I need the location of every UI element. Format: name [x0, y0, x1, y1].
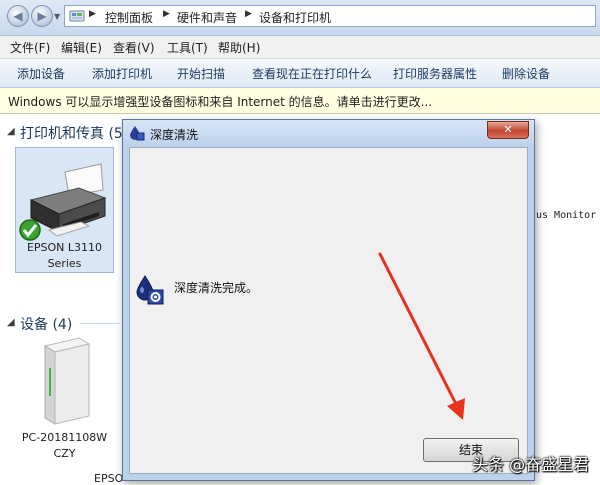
computer-name-line1: PC-20181108W — [21, 431, 108, 444]
ink-drop-icon — [130, 126, 145, 141]
add-device-button[interactable]: 添加设备 — [17, 65, 65, 82]
history-dropdown-icon[interactable]: ▼ — [54, 12, 60, 21]
dialog-titlebar[interactable]: 深度清洗 ✕ — [123, 120, 534, 146]
menu-edit[interactable]: 编辑(E) — [61, 39, 102, 56]
printer-name-line1: EPSON L3110 — [26, 241, 103, 254]
deep-clean-dialog: 深度清洗 ✕ 深度清洗完成。 结束 — [122, 119, 535, 481]
maintenance-icon — [136, 275, 164, 305]
section-divider — [80, 323, 120, 324]
close-button[interactable]: ✕ — [487, 121, 529, 139]
breadcrumb-separator-icon: ▶ — [89, 9, 96, 19]
printer-name-line2: Series — [47, 257, 82, 270]
dialog-title: 深度清洗 — [150, 128, 199, 142]
close-icon: ✕ — [503, 123, 513, 136]
control-panel-icon — [69, 10, 85, 22]
collapse-triangle-icon[interactable]: ◢ — [7, 126, 15, 137]
devices-section-header[interactable]: 设备 (4) — [20, 314, 72, 334]
partial-device-label: us Monitor — [536, 210, 597, 221]
start-scan-button[interactable]: 开始扫描 — [177, 65, 225, 82]
computer-device-tile[interactable]: PC-20181108W CZY — [15, 334, 114, 462]
forward-button[interactable]: ▶ — [31, 5, 53, 27]
menu-file[interactable]: 文件(F) — [10, 39, 50, 56]
command-toolbar: 添加设备 添加打印机 开始扫描 查看现在正在打印什么 打印服务器属性 删除设备 — [0, 59, 600, 88]
info-bar-text[interactable]: Windows 可以显示增强型设备图标和来自 Internet 的信息。请单击进… — [8, 93, 432, 110]
see-whats-printing-button[interactable]: 查看现在正在打印什么 — [252, 65, 372, 82]
menu-view[interactable]: 查看(V) — [113, 39, 155, 56]
computer-name-line2: CZY — [53, 447, 76, 460]
info-bar[interactable]: Windows 可以显示增强型设备图标和来自 Internet 的信息。请单击进… — [0, 88, 600, 114]
address-bar: ◀ ▶ ▼ ▶ 控制面板 ▶ 硬件和声音 ▶ 设备和打印机 — [0, 0, 600, 36]
add-printer-button[interactable]: 添加打印机 — [92, 65, 152, 82]
partial-device-label: EPSO — [94, 472, 124, 485]
remove-device-button[interactable]: 删除设备 — [502, 65, 550, 82]
printers-section-header[interactable]: 打印机和传真 (5 — [20, 123, 123, 143]
menu-help[interactable]: 帮助(H) — [218, 39, 260, 56]
breadcrumb-devices-printers[interactable]: 设备和打印机 — [259, 9, 331, 26]
annotation-arrow-icon — [378, 252, 465, 420]
dialog-message: 深度清洗完成。 — [174, 281, 259, 295]
print-server-properties-button[interactable]: 打印服务器属性 — [393, 65, 477, 82]
computer-tower-icon — [43, 337, 91, 425]
back-button[interactable]: ◀ — [7, 5, 29, 27]
watermark: 头条 @奋盛星君 — [472, 455, 590, 474]
menu-bar: 文件(F) 编辑(E) 查看(V) 工具(T) 帮助(H) — [0, 36, 600, 59]
breadcrumb-separator-icon: ▶ — [245, 9, 252, 19]
breadcrumb-control-panel[interactable]: 控制面板 — [105, 9, 153, 26]
breadcrumb-separator-icon: ▶ — [163, 9, 170, 19]
menu-tools[interactable]: 工具(T) — [167, 39, 208, 56]
address-input[interactable]: ▶ 控制面板 ▶ 硬件和声音 ▶ 设备和打印机 — [64, 5, 596, 27]
printer-device-tile[interactable]: EPSON L3110 Series — [15, 147, 114, 273]
collapse-triangle-icon[interactable]: ◢ — [7, 317, 15, 328]
default-printer-check-icon — [19, 219, 41, 241]
breadcrumb-hardware-sound[interactable]: 硬件和声音 — [177, 9, 237, 26]
